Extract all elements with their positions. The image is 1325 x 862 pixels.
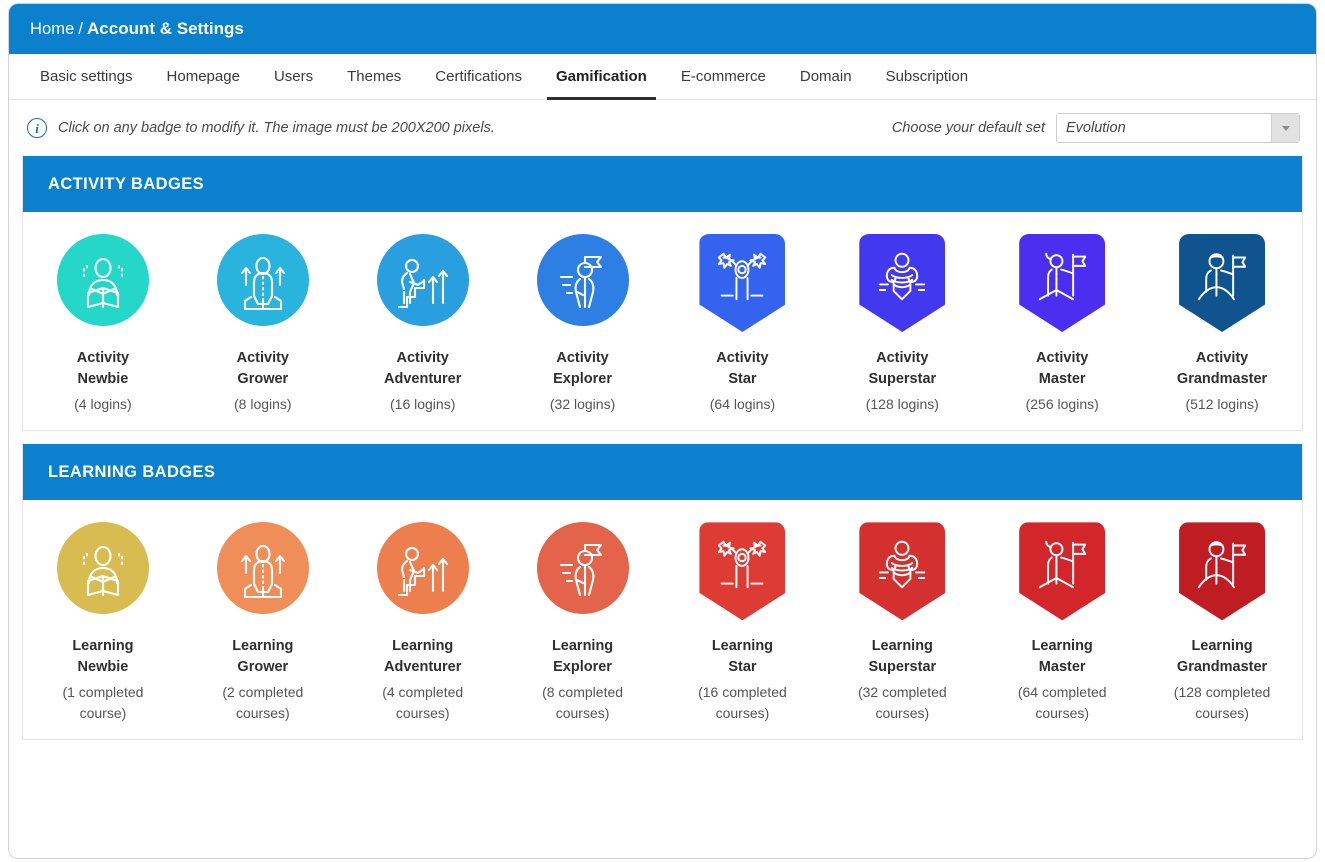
badge-reader-icon[interactable] <box>54 522 152 620</box>
badge-activity-newbie[interactable]: Activity Newbie (4 logins) <box>23 234 183 414</box>
badge-title: Activity Grower <box>236 350 289 388</box>
badge-requirement: (4 completed courses) <box>382 684 464 721</box>
default-set-label: Choose your default set <box>891 120 1045 136</box>
badge-title: Learning Master <box>1031 638 1093 676</box>
tab-basic-settings[interactable]: Basic settings <box>23 54 150 99</box>
badge-activity-adventurer[interactable]: Activity Adventurer (16 logins) <box>343 234 503 414</box>
badge-title: Learning Adventurer <box>384 638 462 676</box>
panel-title: ACTIVITY BADGES <box>48 174 205 193</box>
page-header: Home / Account & Settings <box>9 4 1316 54</box>
badge-grower-icon[interactable] <box>214 522 312 620</box>
badge-title: Learning Grandmaster <box>1176 638 1268 676</box>
badge-flagwalker-icon[interactable] <box>534 522 632 620</box>
panel-title: LEARNING BADGES <box>48 462 216 481</box>
badge-stairs-icon[interactable] <box>374 522 472 620</box>
tab-homepage[interactable]: Homepage <box>150 54 257 99</box>
badge-title: Activity Grandmaster <box>1176 350 1268 388</box>
badge-grid: Activity Newbie (4 logins) Activity Growe… <box>23 212 1302 430</box>
badge-requirement: (16 logins) <box>390 396 456 413</box>
badge-learning-adventurer[interactable]: Learning Adventurer (4 completed courses) <box>343 522 503 723</box>
badge-activity-master[interactable]: Activity Master (256 logins) <box>982 234 1142 414</box>
chevron-down-icon[interactable] <box>1271 114 1299 142</box>
tab-gamification[interactable]: Gamification <box>539 54 664 100</box>
badge-muscle-icon[interactable] <box>853 522 951 621</box>
badge-learning-newbie[interactable]: Learning Newbie (1 completed course) <box>23 522 183 723</box>
badge-learning-grower[interactable]: Learning Grower (2 completed courses) <box>183 522 343 723</box>
badge-activity-grandmaster[interactable]: Activity Grandmaster (512 logins) <box>1142 234 1302 414</box>
badge-grower-icon[interactable] <box>214 234 312 332</box>
default-set-select[interactable]: Evolution <box>1056 113 1300 143</box>
badge-requirement: (32 logins) <box>549 396 616 413</box>
badge-activity-superstar[interactable]: Activity Superstar (128 logins) <box>822 234 982 414</box>
badge-requirement: (32 completed courses) <box>857 684 947 721</box>
badge-requirement: (64 logins) <box>709 396 776 413</box>
tab-subscription[interactable]: Subscription <box>869 54 986 99</box>
badge-requirement: (512 logins) <box>1185 396 1259 413</box>
badge-star-icon[interactable] <box>693 234 791 332</box>
badge-hillflag-icon[interactable] <box>1173 234 1271 332</box>
tab-users[interactable]: Users <box>257 54 330 99</box>
badge-muscle-icon[interactable] <box>853 234 951 332</box>
badge-star-icon[interactable] <box>693 522 791 621</box>
badge-title: Learning Star <box>711 638 774 676</box>
panel-activity: ACTIVITY BADGES Activity Newbie (4 logins… <box>22 156 1303 432</box>
badge-requirement: (8 logins) <box>234 396 292 413</box>
badge-title: Learning Superstar <box>868 638 937 676</box>
badge-learning-explorer[interactable]: Learning Explorer (8 completed courses) <box>503 522 663 723</box>
badge-title: Activity Master <box>1035 350 1089 388</box>
breadcrumb-home[interactable]: Home <box>30 20 74 39</box>
info-circle-icon: i <box>27 118 47 138</box>
badge-requirement: (64 completed courses) <box>1017 684 1107 721</box>
badge-title: Activity Explorer <box>553 350 612 388</box>
badge-grid: Learning Newbie (1 completed course) Lear… <box>23 500 1302 739</box>
badge-peakflag-icon[interactable] <box>1013 522 1111 621</box>
badge-activity-grower[interactable]: Activity Grower (8 logins) <box>183 234 343 414</box>
badge-peakflag-icon[interactable] <box>1013 234 1111 332</box>
panel-header-activity: ACTIVITY BADGES <box>23 156 1302 212</box>
badge-title: Learning Explorer <box>551 638 614 676</box>
badge-title: Activity Superstar <box>868 350 937 388</box>
badge-stairs-icon[interactable] <box>374 234 472 332</box>
badge-learning-grandmaster[interactable]: Learning Grandmaster (128 completed cours… <box>1142 522 1302 723</box>
badge-title: Activity Newbie <box>76 350 130 388</box>
badge-requirement: (8 completed courses) <box>542 684 624 721</box>
tab-e-commerce[interactable]: E-commerce <box>664 54 783 99</box>
badge-flagwalker-icon[interactable] <box>534 234 632 332</box>
default-set-value: Evolution <box>1066 120 1126 136</box>
badge-requirement: (2 completed courses) <box>222 684 304 721</box>
settings-tabs: Basic settings Homepage Users Themes Certifi… <box>9 54 1316 100</box>
info-row: i Click on any badge to modify it. The i… <box>9 100 1316 156</box>
badge-requirement: (4 logins) <box>74 396 132 413</box>
tab-certifications[interactable]: Certifications <box>418 54 539 99</box>
tab-themes[interactable]: Themes <box>330 54 418 99</box>
panel-learning: LEARNING BADGES Learning Newbie (1 comple… <box>22 444 1303 740</box>
info-text: Click on any badge to modify it. The ima… <box>58 120 495 136</box>
tab-domain[interactable]: Domain <box>783 54 869 99</box>
settings-window: Home / Account & Settings Basic settings… <box>8 3 1317 859</box>
badge-requirement: (1 completed course) <box>62 684 144 721</box>
panel-header-learning: LEARNING BADGES <box>23 444 1302 501</box>
badge-requirement: (128 logins) <box>865 396 939 413</box>
badge-reader-icon[interactable] <box>54 234 152 332</box>
badge-activity-explorer[interactable]: Activity Explorer (32 logins) <box>503 234 663 414</box>
badge-learning-master[interactable]: Learning Master (64 completed courses) <box>982 522 1142 723</box>
badge-title: Activity Star <box>716 350 769 388</box>
badge-learning-superstar[interactable]: Learning Superstar (32 completed courses) <box>822 522 982 723</box>
badge-requirement: (256 logins) <box>1025 396 1099 413</box>
badge-sections: ACTIVITY BADGES Activity Newbie (4 logins… <box>9 156 1316 740</box>
badge-activity-star[interactable]: Activity Star (64 logins) <box>663 234 823 414</box>
page-title: Account & Settings <box>87 19 244 38</box>
badge-requirement: (128 completed courses) <box>1173 684 1271 721</box>
badge-requirement: (16 completed courses) <box>698 684 787 721</box>
badge-title: Learning Newbie <box>72 638 134 676</box>
breadcrumb-separator: / <box>78 19 84 38</box>
badge-learning-star[interactable]: Learning Star (16 completed courses) <box>663 522 823 723</box>
badge-title: Learning Grower <box>232 638 294 676</box>
badge-title: Activity Adventurer <box>384 350 462 388</box>
badge-hillflag-icon[interactable] <box>1173 522 1271 621</box>
